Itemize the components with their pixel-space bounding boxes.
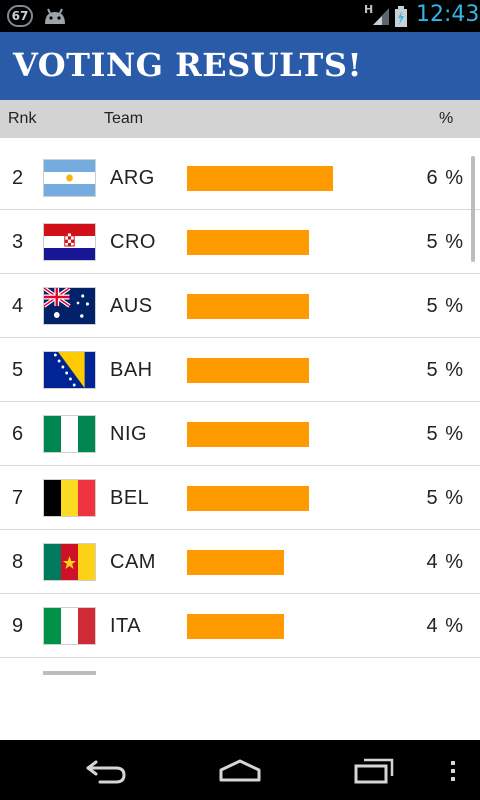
- list-item[interactable]: 6 NIG 5 %: [0, 402, 480, 466]
- team-code: CAM: [110, 551, 156, 573]
- vote-bar: [187, 294, 309, 319]
- team-code: BAH: [110, 359, 153, 381]
- app-header: VOTING RESULTS!: [0, 32, 480, 100]
- list-item-partial[interactable]: [0, 658, 480, 722]
- home-icon[interactable]: [216, 754, 264, 786]
- rank-label: 3: [12, 231, 24, 253]
- vote-bar: [187, 486, 309, 511]
- team-code: AUS: [110, 295, 153, 317]
- percent-label: 5 %: [426, 359, 464, 381]
- overflow-menu-icon[interactable]: [447, 754, 459, 786]
- rank-label: 6: [12, 423, 24, 445]
- italy-flag-icon: [43, 607, 96, 645]
- team-code: NIG: [110, 423, 148, 445]
- status-bar: 67 H 12:43: [0, 0, 480, 32]
- list-item[interactable]: 9 ITA 4 %: [0, 594, 480, 658]
- page-title: VOTING RESULTS!: [13, 46, 362, 84]
- column-header-rank: Rnk: [8, 110, 37, 127]
- vote-bar: [187, 614, 284, 639]
- rank-label: 9: [12, 615, 24, 637]
- vote-bar: [187, 166, 333, 191]
- rank-label: 2: [12, 167, 24, 189]
- percent-label: 6 %: [426, 167, 464, 189]
- percent-label: 5 %: [426, 231, 464, 253]
- column-header-percent: %: [439, 110, 454, 127]
- team-code: ITA: [110, 615, 142, 637]
- list-item[interactable]: 3 CRO 5 %: [0, 210, 480, 274]
- rank-label: 8: [12, 551, 24, 573]
- percent-label: 4 %: [426, 615, 464, 637]
- results-list[interactable]: 2 ARG 6 % 3 CRO 5 % 4 AUS 5 % 5 BAH 5 % …: [0, 146, 480, 740]
- rank-label: 5: [12, 359, 24, 381]
- notification-count-icon: 67: [7, 5, 33, 27]
- partial-flag-icon: [43, 671, 96, 675]
- team-code: ARG: [110, 167, 155, 189]
- column-headers: Rnk Team %: [0, 100, 480, 138]
- nigeria-flag-icon: [43, 415, 96, 453]
- cameroon-flag-icon: [43, 543, 96, 581]
- rank-label: 4: [12, 295, 24, 317]
- list-item[interactable]: 7 BEL 5 %: [0, 466, 480, 530]
- percent-label: 5 %: [426, 487, 464, 509]
- list-item[interactable]: 5 BAH 5 %: [0, 338, 480, 402]
- australia-flag-icon: [43, 287, 96, 325]
- clock: 12:43: [416, 2, 480, 27]
- list-item[interactable]: 8 CAM 4 %: [0, 530, 480, 594]
- bosnia-herzegovina-flag-icon: [43, 351, 96, 389]
- list-item[interactable]: 4 AUS 5 %: [0, 274, 480, 338]
- list-item[interactable]: 2 ARG 6 %: [0, 146, 480, 210]
- croatia-flag-icon: [43, 223, 96, 261]
- recent-apps-icon[interactable]: [350, 754, 398, 786]
- column-header-team: Team: [104, 110, 144, 127]
- percent-label: 5 %: [426, 295, 464, 317]
- team-code: CRO: [110, 231, 156, 253]
- team-code: BEL: [110, 487, 150, 509]
- percent-label: 4 %: [426, 551, 464, 573]
- belgium-flag-icon: [43, 479, 96, 517]
- android-debug-icon: [45, 8, 65, 24]
- signal-icon: [373, 8, 389, 25]
- vote-bar: [187, 358, 309, 383]
- battery-charging-icon: [395, 6, 407, 27]
- vote-bar: [187, 550, 284, 575]
- vote-bar: [187, 422, 309, 447]
- argentina-flag-icon: [43, 159, 96, 197]
- back-icon[interactable]: [82, 754, 130, 786]
- navigation-bar: [0, 740, 480, 800]
- scrollbar-thumb[interactable]: [471, 156, 475, 262]
- rank-label: 7: [12, 487, 24, 509]
- percent-label: 5 %: [426, 423, 464, 445]
- vote-bar: [187, 230, 309, 255]
